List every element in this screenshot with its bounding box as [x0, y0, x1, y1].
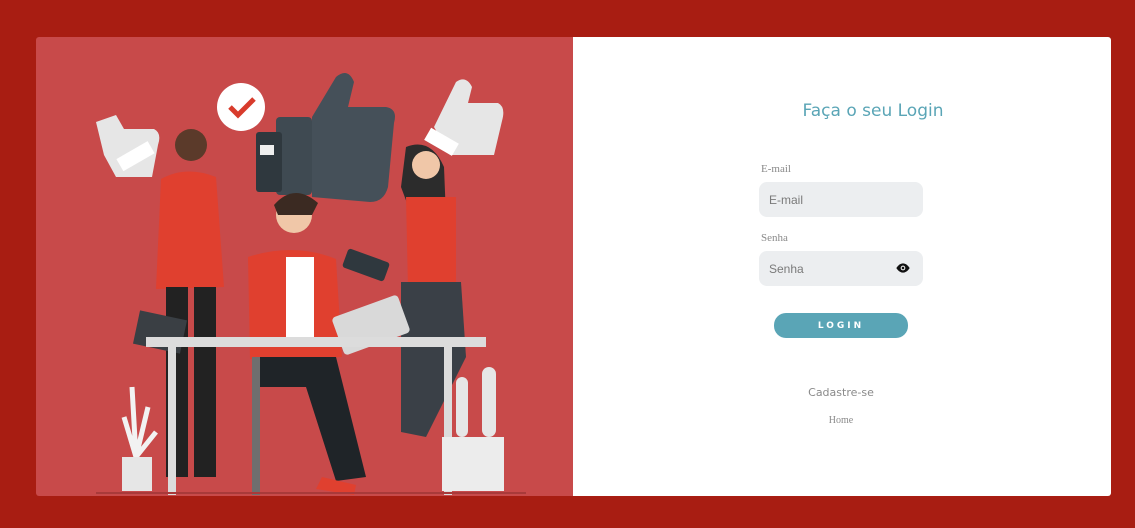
login-card: Faça o seu Login E-mail Senha LOGIN Cada…	[36, 37, 1111, 496]
login-form-panel: Faça o seu Login E-mail Senha LOGIN Cada…	[573, 37, 1111, 496]
password-input[interactable]	[769, 261, 879, 276]
password-field-container	[759, 251, 923, 286]
password-label: Senha	[761, 232, 788, 244]
plant-left-icon	[121, 386, 158, 491]
home-link[interactable]: Home	[773, 415, 909, 426]
big-thumbs-up-icon	[256, 73, 395, 202]
login-form: Faça o seu Login E-mail Senha LOGIN Cada…	[723, 37, 973, 496]
page-title: Faça o seu Login	[802, 101, 944, 121]
thumbs-up-left-icon	[96, 115, 160, 177]
check-bubble-icon	[217, 83, 265, 131]
email-label: E-mail	[761, 163, 791, 175]
login-button[interactable]: LOGIN	[774, 313, 908, 338]
email-field-container	[759, 182, 923, 217]
email-input[interactable]	[769, 192, 879, 207]
thumbs-up-right-icon	[424, 79, 504, 156]
register-link[interactable]: Cadastre-se	[773, 386, 909, 399]
teamwork-illustration	[96, 73, 526, 495]
illustration-panel	[36, 37, 573, 496]
eye-icon[interactable]	[895, 262, 911, 274]
man-standing	[132, 129, 224, 477]
